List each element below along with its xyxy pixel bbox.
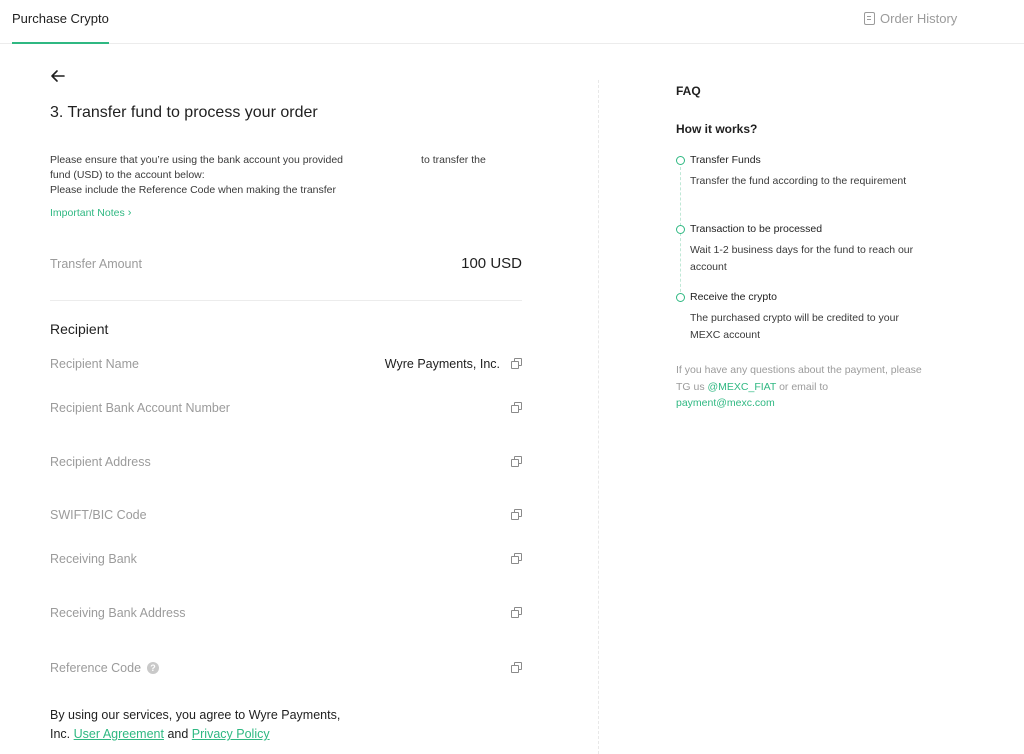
copy-icon[interactable] xyxy=(511,456,522,467)
step-circle-icon xyxy=(676,293,685,302)
swift-code-label: SWIFT/BIC Code xyxy=(50,508,147,522)
help-icon[interactable]: ? xyxy=(147,662,160,674)
transfer-amount-label: Transfer Amount xyxy=(50,257,142,271)
divider xyxy=(50,300,522,301)
top-navigation: Purchase Crypto Order History xyxy=(0,0,1024,44)
back-arrow-icon[interactable] xyxy=(50,68,66,84)
how-it-works-title: How it works? xyxy=(676,122,758,136)
recipient-heading: Recipient xyxy=(50,321,109,337)
step-circle-icon xyxy=(676,225,685,234)
recipient-name-value: Wyre Payments, Inc. xyxy=(384,357,500,371)
column-divider xyxy=(598,80,599,754)
reference-code-label: Reference Code ? xyxy=(50,661,160,675)
privacy-policy-link[interactable]: Privacy Policy xyxy=(192,727,270,741)
copy-icon[interactable] xyxy=(511,402,522,413)
transfer-instructions: Please ensure that you’re using the bank… xyxy=(50,154,486,196)
important-notes-link[interactable]: Important Notes › xyxy=(50,207,131,219)
user-agreement-link[interactable]: User Agreement xyxy=(74,727,164,741)
order-history-label: Order History xyxy=(880,11,958,26)
transfer-amount-value: 100 USD xyxy=(461,255,522,272)
tab-purchase-crypto[interactable]: Purchase Crypto xyxy=(12,0,109,44)
copy-icon[interactable] xyxy=(511,662,522,673)
recipient-bank-account-label: Recipient Bank Account Number xyxy=(50,401,230,415)
telegram-handle-link[interactable]: @MEXC_FIAT xyxy=(708,381,777,393)
agreement-text: By using our services, you agree to Wyre… xyxy=(50,708,341,741)
receiving-bank-address-label: Receiving Bank Address xyxy=(50,606,186,620)
support-email-link[interactable]: payment@mexc.com xyxy=(676,397,775,409)
step-circle-icon xyxy=(676,156,685,165)
document-icon xyxy=(864,12,875,25)
page-title: 3. Transfer fund to process your order xyxy=(50,104,318,121)
faq-title: FAQ xyxy=(676,84,701,98)
order-history-link[interactable]: Order History xyxy=(864,11,957,26)
chevron-right-icon: › xyxy=(127,207,132,219)
recipient-name-label: Recipient Name xyxy=(50,357,139,371)
copy-icon[interactable] xyxy=(511,553,522,564)
support-contact-text: If you have any questions about the paym… xyxy=(676,364,922,409)
receiving-bank-label: Receiving Bank xyxy=(50,552,137,566)
recipient-address-label: Recipient Address xyxy=(50,455,151,469)
copy-icon[interactable] xyxy=(511,607,522,618)
copy-icon[interactable] xyxy=(511,509,522,520)
copy-icon[interactable] xyxy=(511,358,522,369)
